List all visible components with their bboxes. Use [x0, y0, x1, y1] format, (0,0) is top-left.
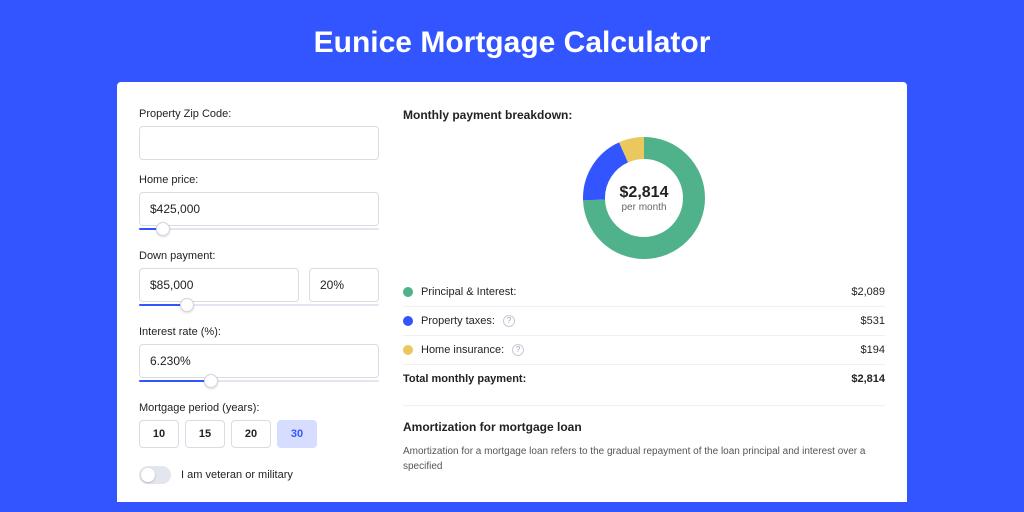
period-label: Mortgage period (years):: [139, 402, 379, 414]
veteran-toggle[interactable]: [139, 466, 171, 484]
amortization-text: Amortization for a mortgage loan refers …: [403, 444, 885, 474]
legend-row-principal: Principal & Interest: $2,089: [403, 278, 885, 306]
zip-label: Property Zip Code:: [139, 108, 379, 120]
dot-icon: [403, 316, 413, 326]
breakdown-column: Monthly payment breakdown: $2,814 per mo…: [403, 108, 885, 502]
dot-icon: [403, 287, 413, 297]
period-field: Mortgage period (years): 10 15 20 30: [139, 402, 379, 448]
zip-field: Property Zip Code:: [139, 108, 379, 160]
info-icon[interactable]: ?: [503, 315, 515, 327]
interest-input[interactable]: [139, 344, 379, 378]
period-buttons: 10 15 20 30: [139, 420, 379, 448]
page-title: Eunice Mortgage Calculator: [0, 0, 1024, 82]
legend-label: Principal & Interest:: [421, 286, 516, 298]
down-payment-pct-input[interactable]: [309, 268, 379, 302]
down-payment-input[interactable]: [139, 268, 299, 302]
legend-value: $194: [861, 344, 885, 356]
donut-value: $2,814: [620, 184, 669, 202]
legend-value: $531: [861, 315, 885, 327]
total-label: Total monthly payment:: [403, 373, 526, 385]
home-price-field: Home price:: [139, 174, 379, 236]
donut-sub: per month: [621, 202, 666, 213]
info-icon[interactable]: ?: [512, 344, 524, 356]
donut-chart: $2,814 per month: [582, 136, 706, 260]
down-payment-label: Down payment:: [139, 250, 379, 262]
down-payment-field: Down payment:: [139, 250, 379, 312]
slider-thumb[interactable]: [180, 298, 194, 312]
interest-label: Interest rate (%):: [139, 326, 379, 338]
home-price-slider[interactable]: [139, 224, 379, 236]
home-price-input[interactable]: [139, 192, 379, 226]
amortization-section: Amortization for mortgage loan Amortizat…: [403, 405, 885, 474]
interest-field: Interest rate (%):: [139, 326, 379, 388]
down-payment-slider[interactable]: [139, 300, 379, 312]
slider-thumb[interactable]: [204, 374, 218, 388]
breakdown-title: Monthly payment breakdown:: [403, 108, 885, 122]
amortization-title: Amortization for mortgage loan: [403, 420, 885, 434]
zip-input[interactable]: [139, 126, 379, 160]
period-btn-15[interactable]: 15: [185, 420, 225, 448]
dot-icon: [403, 345, 413, 355]
calculator-card: Property Zip Code: Home price: Down paym…: [117, 82, 907, 502]
period-btn-20[interactable]: 20: [231, 420, 271, 448]
legend-label: Home insurance:: [421, 344, 504, 356]
slider-thumb[interactable]: [156, 222, 170, 236]
home-price-label: Home price:: [139, 174, 379, 186]
veteran-row: I am veteran or military: [139, 466, 379, 484]
interest-slider[interactable]: [139, 376, 379, 388]
legend-value: $2,089: [851, 286, 885, 298]
legend-label: Property taxes:: [421, 315, 495, 327]
legend-row-total: Total monthly payment: $2,814: [403, 364, 885, 393]
form-column: Property Zip Code: Home price: Down paym…: [139, 108, 379, 502]
veteran-label: I am veteran or military: [181, 469, 293, 481]
legend-row-taxes: Property taxes: ? $531: [403, 306, 885, 335]
period-btn-10[interactable]: 10: [139, 420, 179, 448]
period-btn-30[interactable]: 30: [277, 420, 317, 448]
legend-row-insurance: Home insurance: ? $194: [403, 335, 885, 364]
total-value: $2,814: [851, 373, 885, 385]
